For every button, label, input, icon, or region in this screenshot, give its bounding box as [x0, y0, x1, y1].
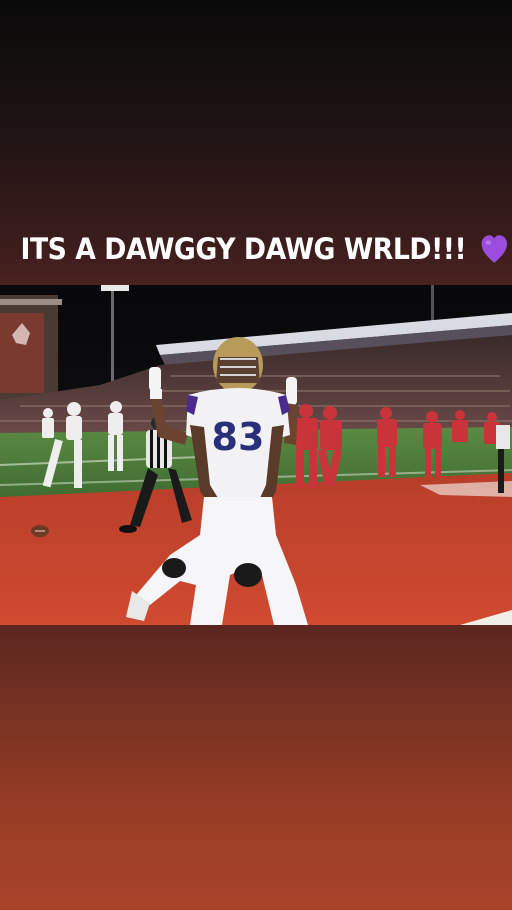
story-caption: ITS A DAWGGY DAWG WRLD!!!	[20, 232, 508, 266]
jersey-number: 83	[212, 415, 265, 459]
purple-heart-icon	[481, 235, 508, 263]
story-photo: 83	[0, 285, 512, 625]
football-scene: 83	[0, 285, 512, 625]
caption-text: ITS A DAWGGY DAWG WRLD!!!	[20, 232, 467, 266]
